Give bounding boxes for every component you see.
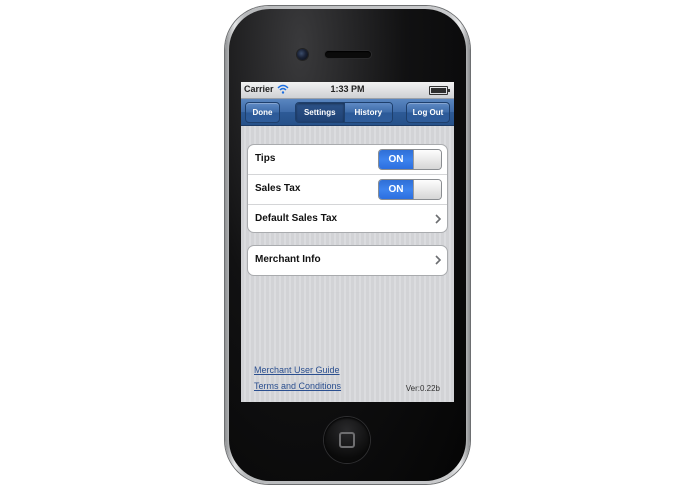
- battery-icon: [429, 86, 450, 95]
- settings-group: Tips ON Sales Tax ON Default Sales Tax: [247, 144, 448, 233]
- version-label: Ver:0.22b: [405, 384, 440, 393]
- merchant-group: Merchant Info: [247, 245, 448, 276]
- merchant-info-label: Merchant Info: [255, 254, 321, 265]
- default-sales-tax-label: Default Sales Tax: [255, 213, 338, 224]
- app-screen: Carrier 1:33 PM Done Settings History Lo…: [241, 82, 454, 402]
- merchant-user-guide-link[interactable]: Merchant User Guide: [254, 365, 340, 375]
- setting-row-default-sales-tax[interactable]: Default Sales Tax: [248, 205, 447, 232]
- view-segmented-control: Settings History: [295, 102, 393, 123]
- setting-row-tips: Tips ON: [248, 145, 447, 175]
- tab-history[interactable]: History: [343, 103, 392, 122]
- status-bar: Carrier 1:33 PM: [241, 82, 454, 99]
- toggle-knob: [413, 150, 441, 169]
- home-button-icon: [339, 432, 355, 448]
- setting-row-sales-tax: Sales Tax ON: [248, 175, 447, 205]
- sales-tax-label: Sales Tax: [255, 183, 301, 194]
- chevron-right-icon: [435, 214, 441, 224]
- settings-content: Tips ON Sales Tax ON Default Sales Tax M…: [241, 126, 454, 402]
- tips-label: Tips: [255, 153, 276, 164]
- tab-settings[interactable]: Settings: [296, 103, 344, 122]
- speaker-icon: [325, 51, 371, 58]
- tips-toggle-state: ON: [379, 150, 413, 169]
- merchant-info-row[interactable]: Merchant Info: [248, 246, 447, 275]
- terms-and-conditions-link[interactable]: Terms and Conditions: [254, 381, 341, 391]
- chevron-right-icon: [435, 255, 441, 265]
- done-button[interactable]: Done: [245, 102, 280, 123]
- sales-tax-toggle-state: ON: [379, 180, 413, 199]
- sales-tax-toggle[interactable]: ON: [378, 179, 442, 200]
- status-time: 1:33 PM: [330, 84, 365, 94]
- tips-toggle[interactable]: ON: [378, 149, 442, 170]
- toggle-knob: [413, 180, 441, 199]
- camera-icon: [297, 49, 308, 60]
- home-button[interactable]: [324, 417, 370, 463]
- log-out-button[interactable]: Log Out: [406, 102, 450, 123]
- navigation-bar: Done Settings History Log Out: [241, 99, 454, 126]
